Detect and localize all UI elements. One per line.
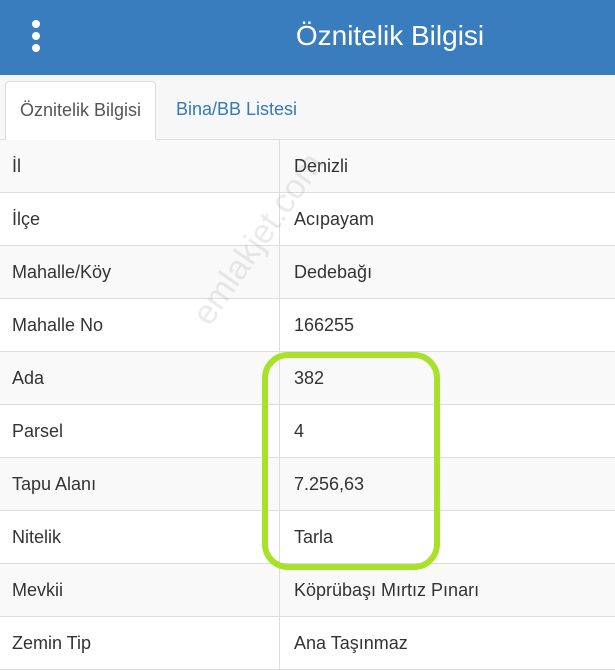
vertical-dots-icon <box>32 20 40 28</box>
row-value: Denizli <box>294 156 349 176</box>
table-row: Parsel 4 <box>0 405 615 458</box>
table-row: Mahalle/Köy Dedebağı <box>0 246 615 299</box>
row-label: Nitelik <box>0 511 280 563</box>
row-value: 4 <box>294 421 305 441</box>
row-label: Mahalle No <box>0 299 280 351</box>
table-row: Mevkii Köprübaşı Mırtız Pınarı <box>0 564 615 617</box>
app-header: Öznitelik Bilgisi <box>0 0 615 75</box>
row-label: Mahalle/Köy <box>0 246 280 298</box>
row-value: Acıpayam <box>294 209 375 229</box>
row-label: Tapu Alanı <box>0 458 280 510</box>
table-row: Nitelik Tarla <box>0 511 615 564</box>
vertical-dots-icon-dot <box>32 44 40 52</box>
menu-button[interactable] <box>24 18 48 54</box>
row-label: İl <box>0 140 280 192</box>
table-row: Zemin Tip Ana Taşınmaz <box>0 617 615 670</box>
tab-attribute-info[interactable]: Öznitelik Bilgisi <box>5 81 157 140</box>
table-row: Ada 382 <box>0 352 615 405</box>
row-label: Ada <box>0 352 280 404</box>
row-value: Ana Taşınmaz <box>294 633 408 653</box>
attribute-table: İl Denizli İlçe Acıpayam Mahalle/Köy Ded… <box>0 140 615 670</box>
table-row: İl Denizli <box>0 140 615 193</box>
row-value: Köprübaşı Mırtız Pınarı <box>294 580 480 600</box>
table-row: Tapu Alanı 7.256,63 <box>0 458 615 511</box>
vertical-dots-icon-dot <box>32 32 40 40</box>
table-row: İlçe Acıpayam <box>0 193 615 246</box>
tab-bar: Öznitelik Bilgisi Bina/BB Listesi <box>0 75 615 140</box>
page-title: Öznitelik Bilgisi <box>295 20 485 51</box>
row-value: Tarla <box>294 527 334 547</box>
row-value: 166255 <box>294 315 355 335</box>
row-label: Parsel <box>0 405 280 457</box>
table-row: Mahalle No 166255 <box>0 299 615 352</box>
tab-building-list[interactable]: Bina/BB Listesi <box>162 81 311 138</box>
row-label: Mevkii <box>0 564 280 616</box>
row-value: 382 <box>294 368 325 388</box>
row-label: İlçe <box>0 193 280 245</box>
row-value: 7.256,63 <box>294 474 365 494</box>
row-value: Dedebağı <box>294 262 373 282</box>
row-label: Zemin Tip <box>0 617 280 669</box>
